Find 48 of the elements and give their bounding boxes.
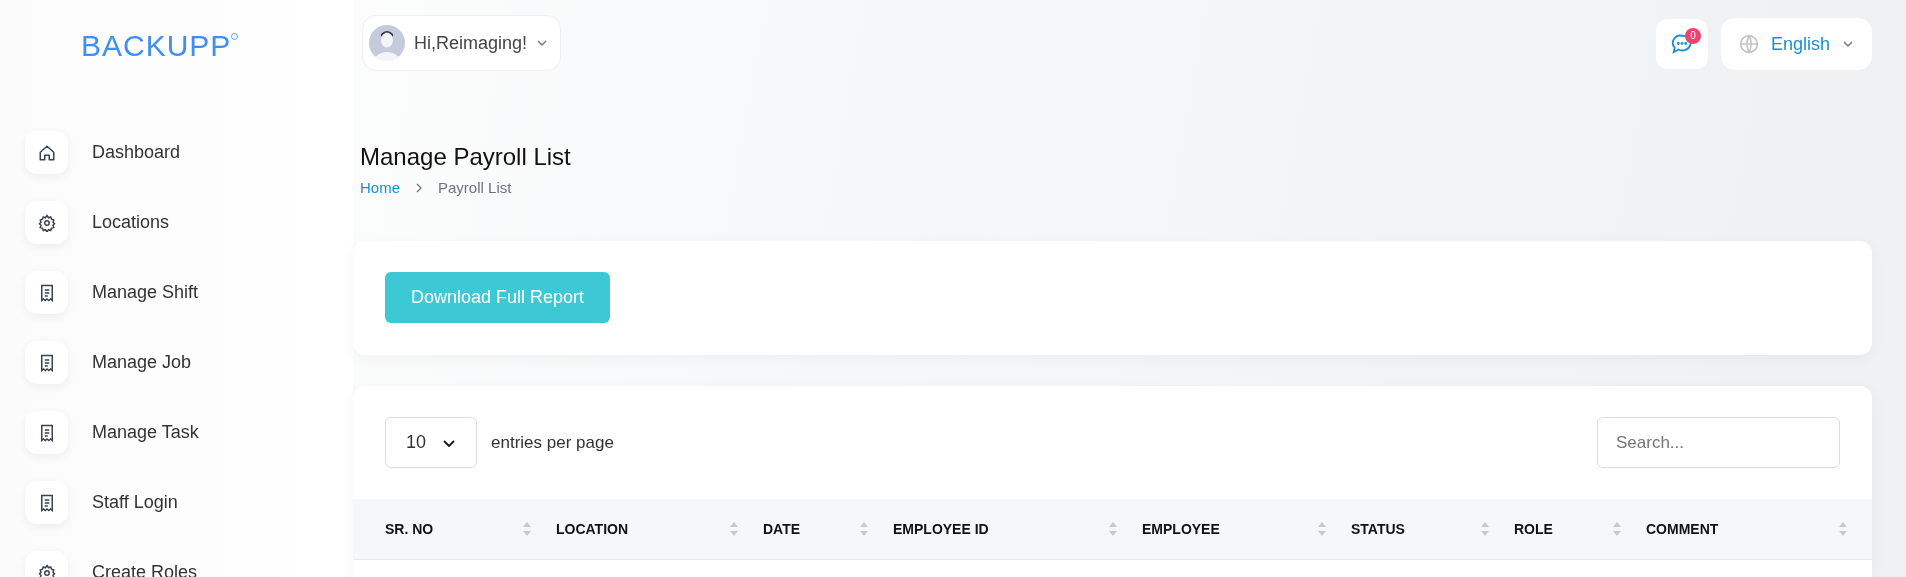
breadcrumb-current: Payroll List	[438, 179, 512, 196]
column-header[interactable]: DATE	[763, 521, 801, 537]
sort-icon[interactable]	[729, 521, 739, 537]
chevron-right-icon	[414, 182, 424, 193]
sidebar-item[interactable]: Dashboard	[92, 142, 181, 163]
globe-icon	[1738, 34, 1759, 54]
home-icon	[37, 143, 56, 162]
sort-icon[interactable]	[522, 521, 532, 537]
logo: BACKUPP	[81, 31, 232, 61]
column-header[interactable]: EMPLOYEE ID	[893, 521, 989, 537]
gear-icon	[37, 563, 56, 577]
search-field[interactable]: Search...	[1597, 417, 1840, 468]
receipt-icon	[38, 423, 55, 442]
sidebar-icon-tile[interactable]	[25, 131, 68, 174]
sort-icon[interactable]	[859, 521, 869, 537]
sidebar-icon-tile[interactable]	[25, 411, 68, 454]
gear-icon	[37, 213, 56, 232]
sidebar-icon-tile[interactable]	[25, 341, 68, 384]
page-size-select[interactable]: 10	[385, 417, 477, 468]
user-menu[interactable]: Hi,Reimaging!	[362, 15, 562, 71]
sidebar-item[interactable]: Manage Job	[92, 352, 192, 373]
column-header[interactable]: SR. NO	[385, 521, 434, 537]
receipt-icon	[38, 283, 55, 302]
sidebar-item[interactable]: Manage Shift	[92, 282, 199, 303]
sort-icon[interactable]	[1612, 521, 1622, 537]
column-header[interactable]: ROLE	[1514, 521, 1553, 537]
page-title: Manage Payroll List	[360, 143, 572, 171]
avatar-icon	[369, 25, 405, 61]
sidebar-icon-tile[interactable]	[25, 201, 68, 244]
entries-label: entries per page	[491, 432, 614, 453]
sidebar-item[interactable]: Manage Task	[92, 422, 199, 443]
sidebar-icon-tile[interactable]	[25, 271, 68, 314]
column-header[interactable]: LOCATION	[556, 521, 629, 537]
sidebar-item[interactable]: Locations	[92, 212, 170, 233]
sort-icon[interactable]	[1480, 521, 1490, 537]
sort-icon[interactable]	[1838, 521, 1848, 537]
column-header[interactable]: STATUS	[1351, 521, 1405, 537]
column-header[interactable]: EMPLOYEE	[1142, 521, 1220, 537]
messages-button[interactable]: 0	[1655, 19, 1708, 69]
sidebar-icon-tile[interactable]	[25, 481, 68, 524]
sidebar-item[interactable]: Staff Login	[92, 492, 178, 513]
sort-icon[interactable]	[1108, 521, 1118, 537]
language-selector[interactable]: English	[1720, 18, 1872, 70]
receipt-icon	[38, 353, 55, 372]
sort-icon[interactable]	[1317, 521, 1327, 537]
notification-badge: 0	[1684, 28, 1701, 44]
column-header[interactable]: COMMENT	[1646, 521, 1719, 537]
receipt-icon	[38, 493, 55, 512]
